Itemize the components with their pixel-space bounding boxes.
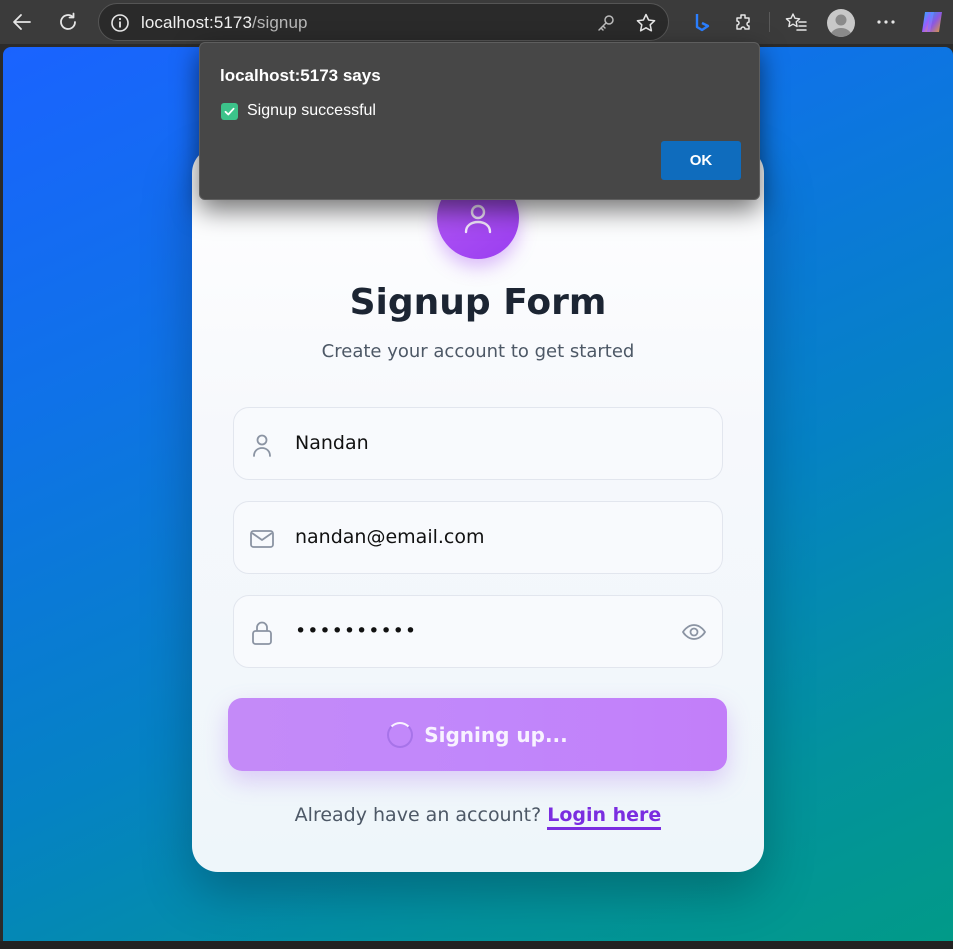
- browser-toolbar: localhost:5173/signup: [0, 0, 953, 44]
- star-icon[interactable]: [635, 12, 657, 38]
- email-field[interactable]: nandan@email.com: [233, 501, 723, 574]
- bing-icon[interactable]: [686, 6, 718, 38]
- dialog-message-text: Signup successful: [247, 102, 376, 119]
- email-input-value[interactable]: nandan@email.com: [295, 526, 675, 548]
- copilot-icon[interactable]: [916, 6, 948, 38]
- favorites-icon[interactable]: [780, 6, 812, 38]
- address-bar[interactable]: localhost:5173/signup: [98, 3, 669, 41]
- submit-label: Signing up...: [424, 722, 568, 747]
- signup-submit-button[interactable]: Signing up...: [228, 698, 727, 771]
- bottom-strip: [0, 941, 953, 949]
- name-field[interactable]: Nandan: [233, 407, 723, 480]
- info-icon[interactable]: [110, 13, 130, 37]
- user-icon: [248, 431, 276, 459]
- check-icon: [221, 102, 238, 120]
- back-icon[interactable]: [6, 6, 38, 38]
- alert-dialog: localhost:5173 says Signup successful OK: [199, 42, 760, 200]
- loading-spinner-icon: [387, 721, 414, 748]
- url-host: localhost:5173: [141, 13, 253, 32]
- login-link[interactable]: Login here: [547, 804, 662, 830]
- key-icon[interactable]: [596, 13, 616, 37]
- lock-icon: [248, 619, 276, 647]
- profile-icon[interactable]: [827, 9, 855, 37]
- extensions-icon[interactable]: [728, 6, 760, 38]
- toolbar-separator: [769, 12, 770, 32]
- login-prompt: Already have an account? Login here: [192, 804, 764, 830]
- url-path: /signup: [252, 13, 308, 32]
- more-icon[interactable]: [870, 6, 902, 38]
- ok-button[interactable]: OK: [661, 141, 741, 180]
- login-prompt-text: Already have an account?: [294, 804, 542, 826]
- mail-icon: [248, 525, 276, 553]
- dialog-title: localhost:5173 says: [220, 66, 381, 85]
- name-input-value[interactable]: Nandan: [295, 432, 675, 454]
- reload-icon[interactable]: [52, 6, 84, 38]
- dialog-message: Signup successful: [221, 102, 376, 120]
- form-subtitle: Create your account to get started: [321, 341, 635, 362]
- signup-card: Signup Form Create your account to get s…: [192, 147, 764, 872]
- eye-icon[interactable]: [680, 618, 708, 646]
- password-field[interactable]: ••••••••••: [233, 595, 723, 668]
- url-text[interactable]: localhost:5173/signup: [141, 13, 308, 33]
- password-input-value[interactable]: ••••••••••: [295, 620, 675, 642]
- form-title: Signup Form: [349, 282, 607, 323]
